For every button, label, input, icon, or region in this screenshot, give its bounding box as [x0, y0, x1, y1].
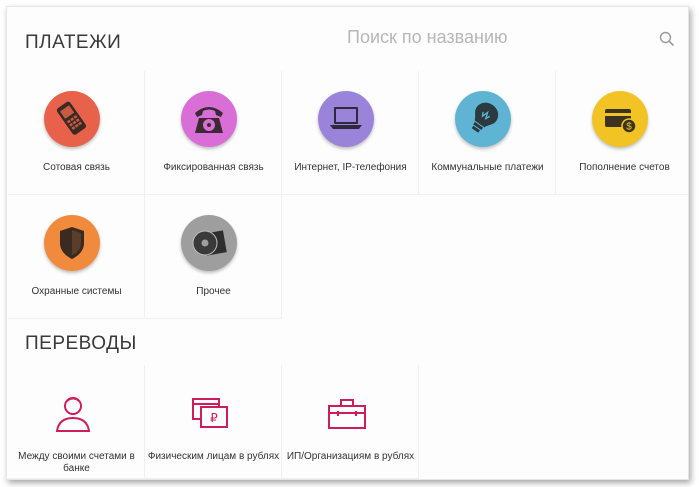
search-icon[interactable] — [659, 31, 675, 47]
disc-icon — [181, 215, 237, 271]
payments-window: ПЛАТЕЖИ Поиск по названию Сотовая связь … — [6, 6, 689, 480]
transfers-title: ПЕРЕВОДЫ — [25, 333, 137, 354]
transfer-label: Физическим лицам в рублях — [147, 451, 280, 462]
category-topup[interactable]: $ Пополнение счетов — [556, 71, 688, 195]
payments-header: ПЛАТЕЖИ — [7, 7, 688, 71]
svg-text:$: $ — [626, 122, 632, 133]
category-label: Охранные системы — [31, 286, 122, 297]
category-label: Пополнение счетов — [579, 162, 670, 173]
category-label: Фиксированная связь — [163, 162, 264, 173]
category-label: Коммунальные платежи — [431, 162, 544, 173]
shield-icon — [44, 215, 100, 271]
landline-phone-icon — [181, 91, 237, 147]
category-label: Прочее — [196, 286, 231, 297]
transfer-individuals[interactable]: ₽ Физическим лицам в рублях — [145, 365, 282, 479]
search-input[interactable] — [347, 19, 647, 55]
category-landline[interactable]: Фиксированная связь — [145, 71, 282, 195]
svg-text:₽: ₽ — [210, 411, 218, 425]
category-mobile[interactable]: Сотовая связь — [8, 71, 145, 195]
category-security[interactable]: Охранные системы — [8, 195, 145, 319]
category-other[interactable]: Прочее — [145, 195, 282, 319]
mobile-phone-icon — [44, 91, 100, 147]
transfer-label: Между своими счетами в банке — [18, 451, 135, 474]
lightbulb-icon — [455, 91, 511, 147]
wallet-card-icon: $ — [592, 91, 648, 147]
category-label: Сотовая связь — [43, 162, 110, 173]
briefcase-icon — [328, 399, 366, 429]
transfer-own-accounts[interactable]: Между своими счетами в банке — [8, 365, 145, 479]
category-internet[interactable]: Интернет, IP-телефония — [282, 71, 419, 195]
ruble-transfer-icon: ₽ — [192, 398, 228, 428]
transfer-organizations[interactable]: ИП/Организациям в рублях — [282, 365, 419, 479]
payments-title: ПЛАТЕЖИ — [25, 32, 122, 53]
search-box — [347, 19, 683, 59]
transfer-label: ИП/Организациям в рублях — [286, 451, 415, 462]
laptop-icon — [318, 91, 374, 147]
category-utilities[interactable]: Коммунальные платежи — [419, 71, 556, 195]
category-label: Интернет, IP-телефония — [294, 162, 407, 173]
person-icon — [55, 397, 91, 432]
